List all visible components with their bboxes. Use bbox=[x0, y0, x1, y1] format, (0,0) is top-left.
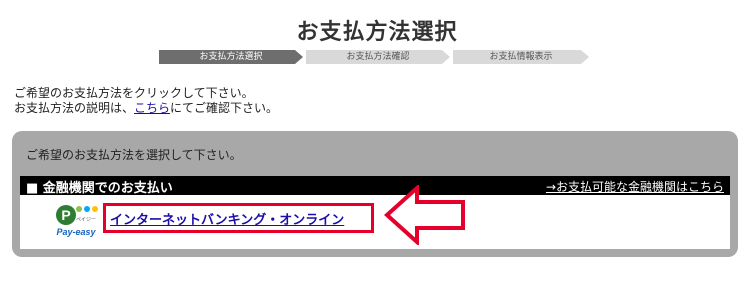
step-confirm-method: お支払方法確認 bbox=[306, 50, 450, 64]
internet-banking-highlight-box: インターネットバンキング・オンライン bbox=[103, 203, 374, 233]
panel-instruction: ご希望のお支払方法を選択して下さい。 bbox=[26, 148, 242, 162]
explanation-link[interactable]: こちら bbox=[134, 101, 170, 115]
step-payment-info: お支払情報表示 bbox=[453, 50, 589, 64]
payeasy-logo: P ペイジー Pay-easy bbox=[56, 205, 98, 237]
intro-line-1: ご希望のお支払方法をクリックして下さい。 bbox=[14, 86, 254, 100]
payment-method-page: お支払方法選択 お支払方法選択 お支払方法確認 お支払情報表示 ご希望のお支払方… bbox=[0, 0, 754, 300]
internet-banking-option[interactable]: インターネットバンキング・オンライン bbox=[110, 209, 344, 228]
payeasy-logo-text: Pay-easy bbox=[56, 227, 96, 237]
step-select-method: お支払方法選択 bbox=[159, 50, 303, 64]
page-title: お支払方法選択 bbox=[296, 20, 458, 45]
left-arrow-icon bbox=[384, 185, 465, 245]
intro-line-2-prefix: お支払方法の説明は、 bbox=[14, 101, 135, 115]
intro-text: ご希望のお支払方法をクリックして下さい。 お支払方法の説明は、こちらにてご確認下… bbox=[14, 86, 278, 116]
available-banks-link[interactable]: →お支払可能な金融機関はこちら bbox=[546, 178, 724, 195]
section-title: ■ 金融機関でのお支払い bbox=[26, 181, 173, 196]
svg-text:P: P bbox=[61, 207, 70, 223]
payment-selection-panel: ご希望のお支払方法を選択して下さい。 ■ 金融機関でのお支払い →お支払可能な金… bbox=[12, 131, 738, 257]
progress-steps: お支払方法選択 お支払方法確認 お支払情報表示 bbox=[159, 50, 589, 64]
payeasy-logo-small: ペイジー bbox=[76, 217, 96, 223]
payment-method-row: P ペイジー Pay-easy インターネットバンキング・オンライン bbox=[20, 195, 730, 249]
financial-institution-section-header: ■ 金融機関でのお支払い →お支払可能な金融機関はこちら bbox=[20, 176, 730, 196]
intro-line-2-suffix: にてご確認下さい。 bbox=[170, 101, 279, 115]
intro-line-2: お支払方法の説明は、こちらにてご確認下さい。 bbox=[14, 101, 278, 116]
